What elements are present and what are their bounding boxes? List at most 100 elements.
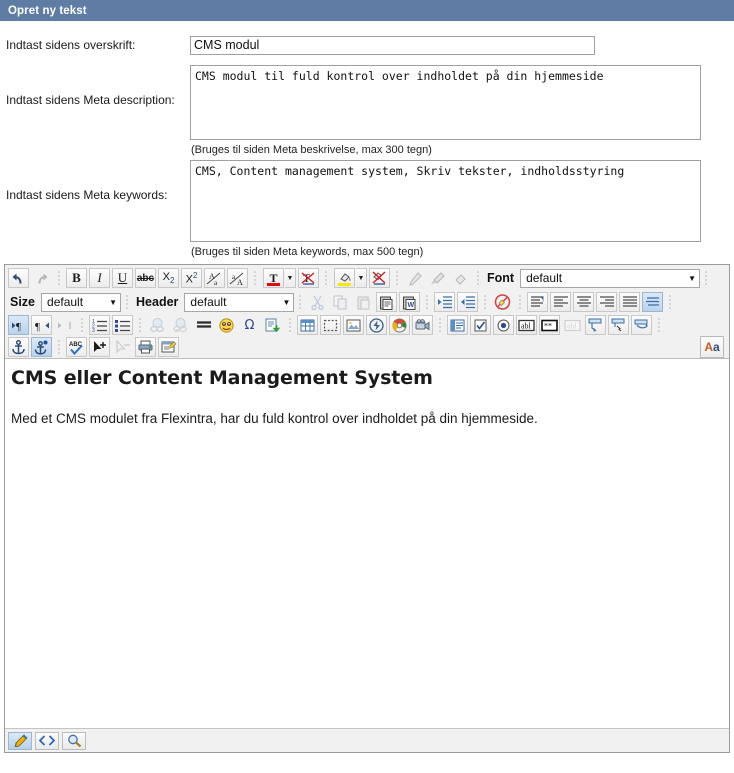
decrease-indent-icon[interactable] bbox=[457, 292, 479, 312]
insert-checkbox-icon[interactable] bbox=[470, 315, 491, 335]
select-element-icon[interactable] bbox=[89, 337, 110, 357]
insert-form-icon[interactable] bbox=[447, 315, 468, 335]
design-mode-icon[interactable] bbox=[8, 731, 32, 750]
redo-icon[interactable] bbox=[31, 268, 52, 288]
bold-icon[interactable]: B bbox=[66, 268, 87, 288]
heading-row: Indtast sidens overskrift: bbox=[0, 31, 734, 59]
anchor-add-icon[interactable] bbox=[31, 337, 52, 357]
align-justify-icon[interactable] bbox=[619, 292, 641, 312]
source-mode-icon[interactable] bbox=[35, 731, 59, 750]
print-icon[interactable] bbox=[135, 337, 156, 357]
page-properties-icon[interactable] bbox=[158, 337, 179, 357]
size-label: Size bbox=[10, 295, 36, 309]
header-select[interactable]: default ▼ bbox=[184, 292, 295, 312]
paste-icon[interactable] bbox=[353, 292, 374, 312]
toolbar-separator bbox=[299, 294, 302, 310]
header-label: Header bbox=[136, 295, 179, 309]
insert-textfield-icon[interactable]: abl bbox=[516, 315, 537, 335]
copy-icon[interactable] bbox=[330, 292, 351, 312]
insert-div-icon[interactable] bbox=[320, 315, 341, 335]
ltr-direction-icon[interactable]: ¶ bbox=[8, 315, 29, 335]
cut-icon[interactable] bbox=[307, 292, 328, 312]
toolbar-separator bbox=[139, 317, 141, 333]
highlight-color-icon[interactable] bbox=[334, 268, 355, 288]
remove-format-icon[interactable] bbox=[492, 292, 513, 312]
toolbar-separator bbox=[484, 294, 487, 310]
insert-table-icon[interactable] bbox=[297, 315, 318, 335]
preview-mode-icon[interactable] bbox=[62, 731, 86, 750]
insert-radio-icon[interactable] bbox=[493, 315, 514, 335]
content-heading: CMS eller Content Management System bbox=[11, 367, 433, 389]
align-right-icon[interactable] bbox=[596, 292, 618, 312]
spellcheck-icon[interactable]: ABC bbox=[66, 337, 87, 357]
svg-text:abl: abl bbox=[521, 321, 532, 330]
editor-toolbar: B I U abc X2 X2 Aa aA T ▼ T ▼ Font defau… bbox=[5, 265, 729, 358]
insert-password-icon[interactable]: ** bbox=[539, 315, 560, 335]
text-color-dropdown-icon[interactable]: ▼ bbox=[285, 268, 296, 288]
increase-indent-icon[interactable] bbox=[434, 292, 456, 312]
toggle-case-icon[interactable]: Aa bbox=[700, 336, 724, 358]
toolbar-row-3: ¶ ¶ 123 Ω abl ** abl bbox=[5, 314, 729, 336]
font-label: Font bbox=[487, 271, 515, 285]
paste-text-icon[interactable] bbox=[376, 292, 398, 312]
heading-input[interactable] bbox=[190, 35, 595, 55]
description-row: Indtast sidens Meta description: CMS mod… bbox=[0, 65, 734, 156]
insert-link-icon[interactable] bbox=[147, 315, 168, 335]
font-select[interactable]: default ▼ bbox=[520, 268, 701, 288]
superscript-icon[interactable]: X2 bbox=[181, 268, 202, 288]
align-center-icon[interactable] bbox=[573, 292, 595, 312]
italic-icon[interactable]: I bbox=[89, 268, 110, 288]
align-distribute-icon[interactable] bbox=[642, 292, 664, 312]
insert-select-icon[interactable] bbox=[585, 315, 606, 335]
underline-icon[interactable]: U bbox=[112, 268, 133, 288]
insert-media-icon[interactable] bbox=[389, 315, 410, 335]
horizontal-rule-icon[interactable] bbox=[193, 315, 214, 335]
svg-text:abl: abl bbox=[567, 321, 578, 330]
insert-button-icon[interactable] bbox=[608, 315, 629, 335]
insert-textarea-icon[interactable]: abl bbox=[562, 315, 583, 335]
align-left-icon[interactable] bbox=[550, 292, 572, 312]
toolbar-separator bbox=[126, 294, 129, 310]
format-painter-apply-icon[interactable] bbox=[427, 268, 448, 288]
align-justify-block-icon[interactable]: ¶ bbox=[527, 292, 549, 312]
ordered-list-icon[interactable]: 123 bbox=[89, 315, 110, 335]
meta-form: Indtast sidens overskrift: Indtast siden… bbox=[0, 21, 734, 258]
emoticon-icon[interactable] bbox=[216, 315, 237, 335]
toolbar-separator bbox=[658, 317, 660, 333]
undo-icon[interactable] bbox=[8, 268, 29, 288]
line-break-icon[interactable] bbox=[54, 315, 75, 335]
special-character-icon[interactable]: Ω bbox=[239, 315, 260, 335]
description-hint: (Bruges til siden Meta beskrivelse, max … bbox=[191, 144, 432, 156]
strikethrough-icon[interactable]: abc bbox=[135, 268, 156, 288]
select-parent-icon[interactable] bbox=[112, 337, 133, 357]
size-select[interactable]: default ▼ bbox=[41, 292, 122, 312]
insert-document-icon[interactable] bbox=[262, 315, 283, 335]
editor-content-area[interactable]: CMS eller Content Management System Med … bbox=[5, 358, 729, 728]
keywords-label: Indtast sidens Meta keywords: bbox=[6, 188, 168, 202]
keywords-textarea[interactable]: CMS, Content management system, Skriv te… bbox=[190, 160, 701, 242]
increase-font-size-icon[interactable]: Aa bbox=[204, 268, 225, 288]
anchor-icon[interactable] bbox=[8, 337, 29, 357]
subscript-icon[interactable]: X2 bbox=[158, 268, 179, 288]
decrease-font-size-icon[interactable]: aA bbox=[227, 268, 248, 288]
remove-highlight-icon[interactable] bbox=[369, 268, 390, 288]
highlight-color-dropdown-icon[interactable]: ▼ bbox=[356, 268, 367, 288]
insert-video-icon[interactable] bbox=[412, 315, 433, 335]
keywords-hint: (Bruges til siden Meta keywords, max 500… bbox=[191, 246, 424, 258]
insert-hidden-field-icon[interactable] bbox=[631, 315, 652, 335]
svg-text:3: 3 bbox=[92, 328, 95, 332]
text-color-icon[interactable]: T bbox=[263, 268, 284, 288]
paste-word-icon[interactable]: W bbox=[399, 292, 421, 312]
window-titlebar: Opret ny tekst bbox=[0, 0, 734, 21]
format-painter-pick-icon[interactable] bbox=[404, 268, 425, 288]
unordered-list-icon[interactable] bbox=[112, 315, 133, 335]
insert-flash-icon[interactable] bbox=[366, 315, 387, 335]
rtl-direction-icon[interactable]: ¶ bbox=[31, 315, 52, 335]
toolbar-row-1: B I U abc X2 X2 Aa aA T ▼ T ▼ Font defau… bbox=[5, 266, 729, 290]
remove-text-color-icon[interactable]: T bbox=[298, 268, 319, 288]
remove-link-icon[interactable] bbox=[170, 315, 191, 335]
size-select-value: default bbox=[47, 295, 84, 309]
description-textarea[interactable]: CMS modul til fuld kontrol over indholde… bbox=[190, 65, 701, 140]
insert-image-icon[interactable] bbox=[343, 315, 364, 335]
clear-formatting-icon[interactable] bbox=[450, 268, 471, 288]
